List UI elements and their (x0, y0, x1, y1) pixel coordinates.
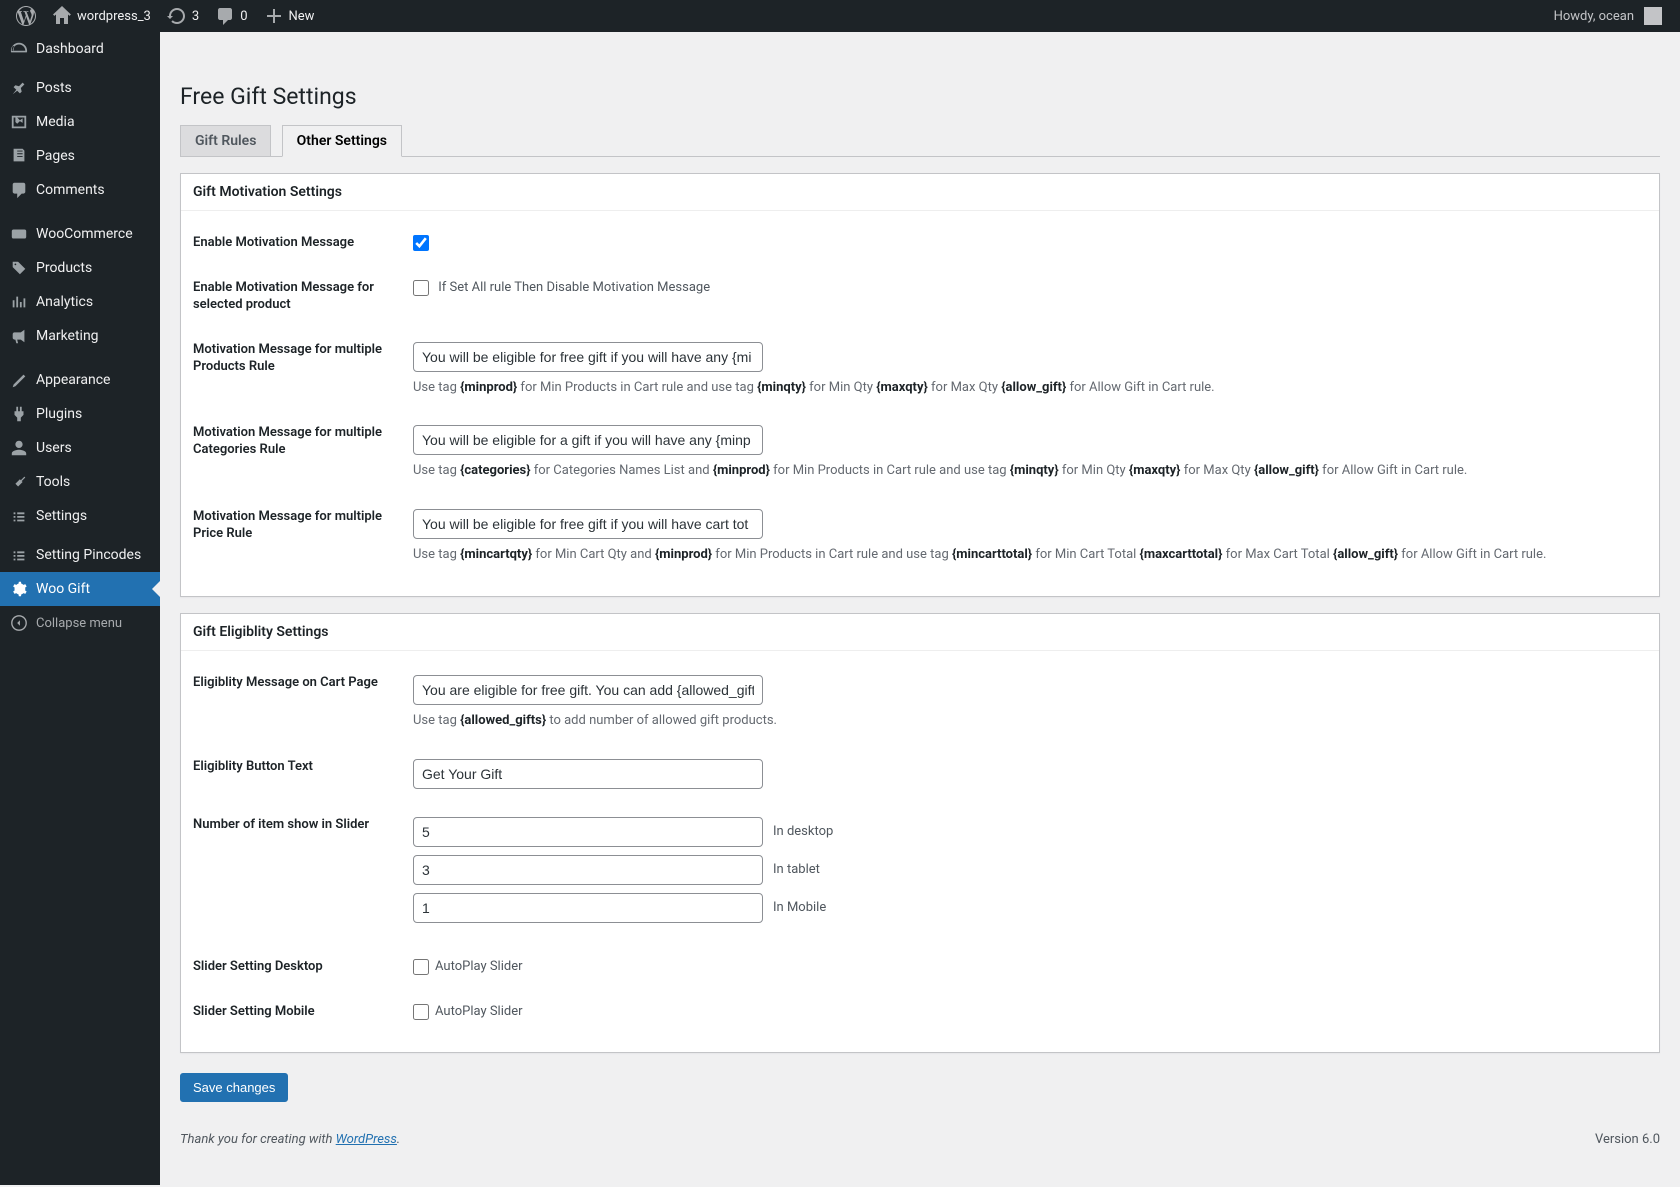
slider-mobile-input[interactable] (413, 893, 763, 923)
sidebar-item-tools[interactable]: Tools (0, 465, 160, 499)
motivation-heading: Gift Motivation Settings (181, 174, 1659, 211)
slider-desktop-input[interactable] (413, 817, 763, 847)
multi-price-label: Motivation Message for multiple Price Ru… (193, 509, 413, 543)
wp-logo[interactable] (8, 0, 44, 32)
new-content-link[interactable]: New (256, 0, 323, 32)
settings-icon (10, 507, 28, 525)
comment-icon (215, 6, 235, 26)
admin-sidebar: Dashboard Posts Media Pages Comments Woo… (0, 32, 160, 1185)
slider-desktop-suffix: In desktop (773, 824, 833, 839)
main-content: Free Gift Settings Gift Rules Other Sett… (160, 64, 1680, 1187)
sidebar-item-users[interactable]: Users (0, 431, 160, 465)
slider-desktop-autoplay-text: AutoPlay Slider (435, 959, 523, 974)
sidebar-item-comments[interactable]: Comments (0, 173, 160, 207)
enable-selected-label: Enable Motivation Message for selected p… (193, 280, 413, 314)
enable-selected-checkbox[interactable] (413, 280, 429, 296)
site-name: wordpress_3 (77, 9, 151, 24)
tab-gift-rules[interactable]: Gift Rules (180, 125, 271, 156)
wordpress-icon (16, 6, 36, 26)
site-name-link[interactable]: wordpress_3 (44, 0, 159, 32)
wordpress-link[interactable]: WordPress (336, 1132, 397, 1147)
multi-price-input[interactable] (413, 509, 763, 539)
multi-categories-input[interactable] (413, 425, 763, 455)
settings-icon (10, 546, 28, 564)
multi-price-desc: Use tag {mincartqty} for Min Cart Qty an… (413, 545, 1647, 565)
footer: Thank you for creating with WordPress. V… (180, 1132, 1660, 1147)
cart-msg-desc: Use tag {allowed_gifts} to add number of… (413, 711, 1647, 731)
slider-mobile-autoplay-text: AutoPlay Slider (435, 1004, 523, 1019)
cart-msg-label: Eligiblity Message on Cart Page (193, 675, 413, 692)
sidebar-item-plugins[interactable]: Plugins (0, 397, 160, 431)
appearance-icon (10, 371, 28, 389)
slider-desktop-label: Slider Setting Desktop (193, 959, 413, 976)
slider-mobile-suffix: In Mobile (773, 900, 826, 915)
button-text-label: Eligiblity Button Text (193, 759, 413, 776)
sidebar-item-marketing[interactable]: Marketing (0, 319, 160, 353)
sidebar-item-setting-pincodes[interactable]: Setting Pincodes (0, 538, 160, 572)
avatar (1644, 7, 1662, 25)
tools-icon (10, 473, 28, 491)
page-title: Free Gift Settings (180, 74, 1660, 114)
multi-products-input[interactable] (413, 342, 763, 372)
multi-products-desc: Use tag {minprod} for Min Products in Ca… (413, 378, 1647, 398)
eligibility-panel: Gift Eligiblity Settings Eligiblity Mess… (180, 613, 1660, 1053)
slider-count-label: Number of item show in Slider (193, 817, 413, 834)
save-button[interactable]: Save changes (180, 1073, 288, 1102)
updates-link[interactable]: 3 (159, 0, 207, 32)
cart-msg-input[interactable] (413, 675, 763, 705)
comments-link[interactable]: 0 (207, 0, 255, 32)
plus-icon (264, 6, 284, 26)
users-icon (10, 439, 28, 457)
enable-selected-text: If Set All rule Then Disable Motivation … (438, 280, 710, 295)
slider-tablet-input[interactable] (413, 855, 763, 885)
sidebar-item-appearance[interactable]: Appearance (0, 363, 160, 397)
sidebar-item-settings[interactable]: Settings (0, 499, 160, 533)
slider-mobile-autoplay-checkbox[interactable] (413, 1004, 429, 1020)
slider-mobile-label: Slider Setting Mobile (193, 1004, 413, 1021)
woocommerce-icon (10, 225, 28, 243)
tab-other-settings[interactable]: Other Settings (282, 125, 402, 157)
update-icon (167, 6, 187, 26)
admin-bar: wordpress_3 3 0 New Howdy, ocean (0, 0, 1680, 32)
sidebar-item-woo-gift[interactable]: Woo Gift (0, 572, 160, 606)
sidebar-item-posts[interactable]: Posts (0, 71, 160, 105)
enable-motivation-label: Enable Motivation Message (193, 235, 413, 252)
pin-icon (10, 79, 28, 97)
comments-icon (10, 181, 28, 199)
pages-icon (10, 147, 28, 165)
media-icon (10, 113, 28, 131)
enable-motivation-checkbox[interactable] (413, 235, 429, 251)
howdy-account[interactable]: Howdy, ocean (1544, 7, 1672, 25)
megaphone-icon (10, 327, 28, 345)
sidebar-item-dashboard[interactable]: Dashboard (0, 32, 160, 66)
version-text: Version 6.0 (1595, 1132, 1660, 1147)
home-icon (52, 6, 72, 26)
dashboard-icon (10, 40, 28, 58)
sidebar-item-media[interactable]: Media (0, 105, 160, 139)
sidebar-item-pages[interactable]: Pages (0, 139, 160, 173)
sidebar-item-analytics[interactable]: Analytics (0, 285, 160, 319)
slider-tablet-suffix: In tablet (773, 862, 820, 877)
tabs: Gift Rules Other Settings (180, 124, 1660, 157)
collapse-icon (10, 614, 28, 632)
products-icon (10, 259, 28, 277)
button-text-input[interactable] (413, 759, 763, 789)
multi-categories-desc: Use tag {categories} for Categories Name… (413, 461, 1647, 481)
gear-icon (10, 580, 28, 598)
multi-products-label: Motivation Message for multiple Products… (193, 342, 413, 376)
sidebar-item-woocommerce[interactable]: WooCommerce (0, 217, 160, 251)
sidebar-item-products[interactable]: Products (0, 251, 160, 285)
multi-categories-label: Motivation Message for multiple Categori… (193, 425, 413, 459)
plugin-icon (10, 405, 28, 423)
collapse-menu[interactable]: Collapse menu (0, 606, 160, 640)
slider-desktop-autoplay-checkbox[interactable] (413, 959, 429, 975)
motivation-panel: Gift Motivation Settings Enable Motivati… (180, 173, 1660, 597)
eligibility-heading: Gift Eligiblity Settings (181, 614, 1659, 651)
analytics-icon (10, 293, 28, 311)
